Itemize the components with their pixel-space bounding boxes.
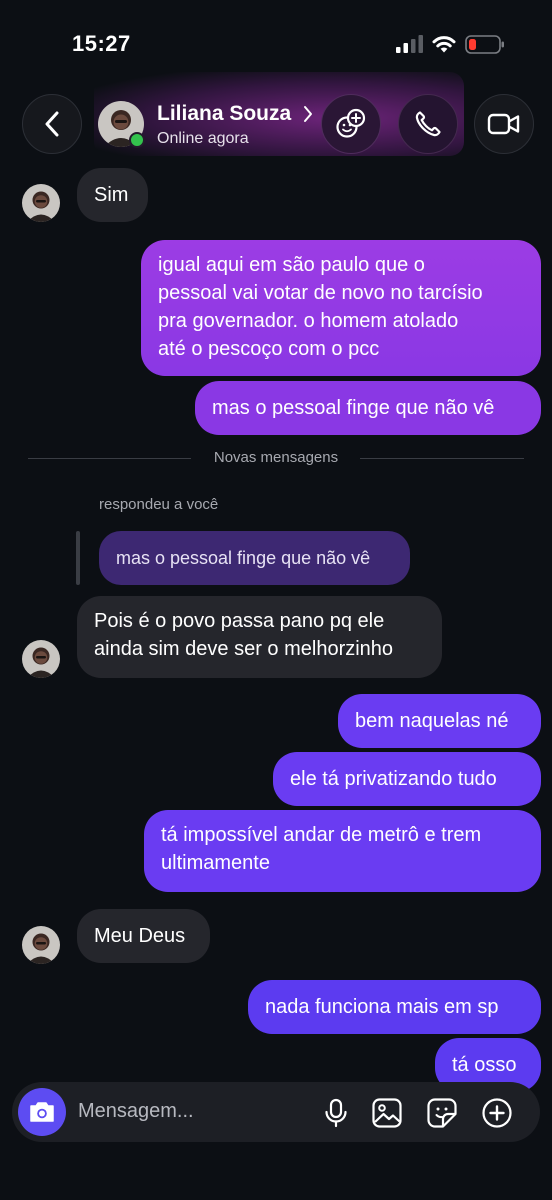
voice-call-button[interactable] (398, 94, 458, 154)
contact-name[interactable]: Liliana Souza (157, 102, 291, 126)
contact-status: Online agora (157, 130, 249, 147)
message-text: ele tá privatizando tudo (290, 768, 497, 790)
video-icon (487, 113, 520, 135)
message-text: Meu Deus (94, 925, 186, 947)
sender-avatar[interactable] (22, 640, 60, 678)
microphone-icon[interactable] (320, 1097, 352, 1129)
wifi-icon (432, 36, 456, 53)
message-incoming[interactable]: Pois é o povo passa pano pq ele ainda si… (77, 596, 442, 678)
message-text-line: igual aqui em são paulo que o (158, 254, 425, 276)
message-text-line: ainda sim deve ser o melhorzinho (94, 638, 394, 660)
message-outgoing[interactable]: tá impossível andar de metrô e trem ulti… (144, 810, 541, 892)
message-outgoing[interactable]: ele tá privatizando tudo (273, 752, 541, 806)
message-text: mas o pessoal finge que não vê (212, 397, 495, 419)
message-text-line: pessoal vai votar de novo no tarcísio (158, 282, 483, 304)
message-composer: Mensagem... (12, 1082, 540, 1142)
message-text: bem naquelas né (355, 710, 509, 732)
message-text-line: até o pescoço com o pcc (158, 338, 380, 360)
status-time: 15:27 (72, 31, 131, 56)
sender-avatar[interactable] (22, 184, 60, 222)
sender-avatar[interactable] (22, 926, 60, 964)
message-outgoing[interactable]: mas o pessoal finge que não vê (195, 381, 541, 435)
new-messages-label: Novas mensagens (213, 449, 339, 466)
back-chevron-icon (45, 111, 59, 137)
avatar-swap-icon (336, 108, 366, 138)
back-button[interactable] (22, 94, 82, 154)
battery-low-icon (465, 35, 504, 54)
reply-quote-bar (76, 531, 80, 585)
message-text: Sim (94, 184, 129, 206)
online-indicator (129, 132, 145, 148)
quoted-message[interactable]: mas o pessoal finge que não vê (99, 531, 410, 585)
reply-context-label: respondeu a você (99, 496, 219, 513)
message-text: tá osso (452, 1054, 517, 1076)
message-incoming[interactable]: Meu Deus (77, 909, 210, 963)
message-incoming[interactable]: Sim (77, 168, 148, 222)
avatar-swap-button[interactable] (321, 94, 381, 154)
message-text-line: Pois é o povo passa pano pq ele (94, 610, 385, 632)
message-outgoing[interactable]: bem naquelas né (338, 694, 541, 748)
sticker-icon[interactable] (426, 1097, 458, 1129)
message-text: nada funciona mais em sp (265, 996, 499, 1018)
add-icon[interactable] (481, 1097, 513, 1129)
chevron-right-icon (304, 106, 312, 122)
camera-icon (30, 1102, 54, 1122)
message-text-line: pra governador. o homem atolado (158, 310, 459, 332)
message-outgoing[interactable]: igual aqui em são paulo que o pessoal va… (141, 240, 541, 376)
message-outgoing[interactable]: nada funciona mais em sp (248, 980, 541, 1034)
message-input[interactable]: Mensagem... (78, 1100, 194, 1123)
gallery-icon[interactable] (371, 1097, 403, 1129)
camera-button[interactable] (18, 1088, 66, 1136)
video-call-button[interactable] (474, 94, 534, 154)
cellular-signal-icon (396, 35, 423, 53)
chat-header: Liliana Souza Online agora (0, 72, 552, 164)
status-bar: 15:27 (0, 0, 552, 80)
message-text-line: tá impossível andar de metrô e trem (161, 824, 482, 846)
message-text-line: ultimamente (161, 852, 270, 874)
phone-icon (415, 111, 441, 137)
